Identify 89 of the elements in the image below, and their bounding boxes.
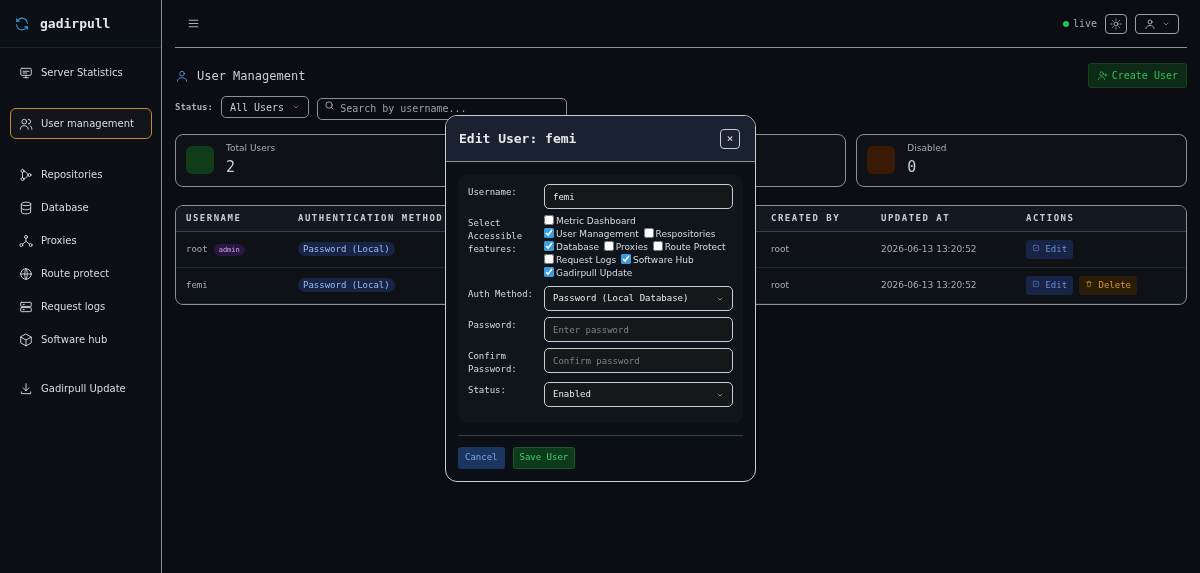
sidebar-item[interactable]: Database — [10, 194, 152, 221]
brand-name: gadirpull — [40, 14, 111, 33]
edit-icon — [1032, 243, 1040, 252]
edit-button[interactable]: Edit — [1026, 239, 1074, 260]
status-select[interactable]: All Users — [220, 96, 310, 119]
password-field[interactable]: Enter password — [544, 317, 733, 342]
checkbox-label: User Management — [556, 228, 639, 241]
checkbox-label: Gadirpull Update — [556, 267, 633, 280]
download-icon — [19, 381, 33, 396]
close-button[interactable]: × — [720, 128, 740, 149]
user-icon — [1144, 17, 1156, 30]
table-cell: 2026-06-13 13:20:52 — [881, 279, 977, 290]
auth-method-select[interactable]: Password (Local Database) — [544, 286, 733, 311]
sidebar-item[interactable]: Proxies — [10, 227, 152, 254]
stat-value: 2 — [226, 156, 237, 178]
feature-checkbox[interactable] — [544, 228, 554, 238]
user-add-icon — [1096, 70, 1108, 81]
edit-button[interactable]: Edit — [1026, 275, 1074, 296]
search-icon — [324, 100, 336, 111]
status-select[interactable]: Enabled — [544, 382, 733, 407]
checkbox-label: Software Hub — [633, 254, 694, 267]
column-header: CREATED BY — [761, 205, 871, 232]
table-cell: root — [186, 243, 208, 254]
field-label: Confirm Password: — [468, 350, 518, 376]
sidebar-item[interactable]: Server Statistics — [10, 59, 152, 86]
server-icon — [19, 299, 33, 314]
column-header: USERNAME — [176, 205, 288, 232]
search-field[interactable]: Search by username... — [317, 97, 568, 120]
page-title: User Management — [197, 67, 306, 85]
checkbox-label: Route Protect — [664, 241, 726, 254]
auth-method-badge: Password (Local) — [298, 241, 395, 256]
username-field[interactable]: femi — [544, 184, 733, 209]
sidebar-item[interactable]: Software hub — [10, 326, 152, 353]
stat-label: Disabled — [907, 142, 947, 155]
sidebar-item[interactable]: Gadirpull Update — [10, 375, 152, 402]
save-button[interactable]: Save User — [512, 447, 576, 469]
create-user-button[interactable]: Create User — [1087, 63, 1187, 88]
sidebar-item[interactable]: Route protect — [10, 260, 152, 287]
stat-value: 0 — [907, 156, 918, 178]
user-menu-button[interactable] — [1135, 13, 1179, 34]
field-label: Username: — [468, 186, 518, 199]
stat-label: Total Users — [226, 142, 276, 155]
sidebar-item[interactable]: User management — [10, 108, 152, 139]
menu-icon — [187, 17, 200, 30]
cancel-button[interactable]: Cancel — [458, 447, 505, 469]
table-cell: 2026-06-13 13:20:52 — [881, 243, 977, 254]
table-cell: root — [771, 243, 790, 254]
user-icon — [175, 68, 189, 83]
column-header: ACTIONS — [1016, 205, 1186, 232]
checkbox-label: Metric Dashboard — [556, 215, 636, 228]
confirm-password-field[interactable]: Confirm password — [544, 348, 733, 373]
feature-checkbox[interactable] — [544, 215, 554, 225]
table-cell: root — [771, 279, 790, 290]
feature-checkbox[interactable] — [652, 241, 663, 251]
users-icon — [19, 116, 33, 131]
trash-icon — [1085, 279, 1094, 288]
dialog-title: Edit User: femi — [459, 129, 577, 148]
feature-checkbox[interactable] — [544, 267, 554, 277]
branch-icon — [19, 167, 33, 182]
field-label: Status: — [468, 384, 507, 397]
globe-icon — [19, 266, 33, 281]
auth-method-badge: Password (Local) — [298, 277, 395, 292]
status-label: Status: — [175, 100, 213, 114]
checkbox-label: Database — [556, 241, 599, 254]
sun-icon — [1110, 17, 1122, 30]
database-icon — [19, 200, 33, 215]
status-dot — [1062, 20, 1069, 27]
sidebar-item[interactable]: Request logs — [10, 293, 152, 320]
feature-checkbox[interactable] — [544, 254, 554, 264]
checkbox-label: Respositories — [655, 228, 716, 241]
live-status: live — [1062, 16, 1097, 31]
column-header: UPDATED AT — [871, 205, 1016, 232]
network-icon — [19, 233, 33, 248]
theme-button[interactable] — [1105, 13, 1127, 34]
edit-icon — [1032, 279, 1040, 288]
feature-checkbox[interactable] — [621, 254, 632, 264]
delete-button[interactable]: Delete — [1079, 275, 1138, 296]
cube-icon — [19, 332, 33, 347]
checkbox-label: Request Logs — [556, 254, 617, 267]
field-label: Auth Method: — [468, 288, 535, 301]
feature-checkbox[interactable] — [643, 228, 654, 238]
table-cell: femi — [186, 279, 208, 290]
refresh-icon — [14, 15, 30, 32]
sidebar-item[interactable]: Repositories — [10, 161, 152, 188]
feature-checkbox[interactable] — [603, 241, 614, 251]
field-label: Password: — [468, 319, 518, 332]
monitor-icon — [19, 65, 33, 80]
feature-checkbox[interactable] — [544, 241, 554, 251]
checkbox-label: Proxies — [615, 241, 648, 254]
